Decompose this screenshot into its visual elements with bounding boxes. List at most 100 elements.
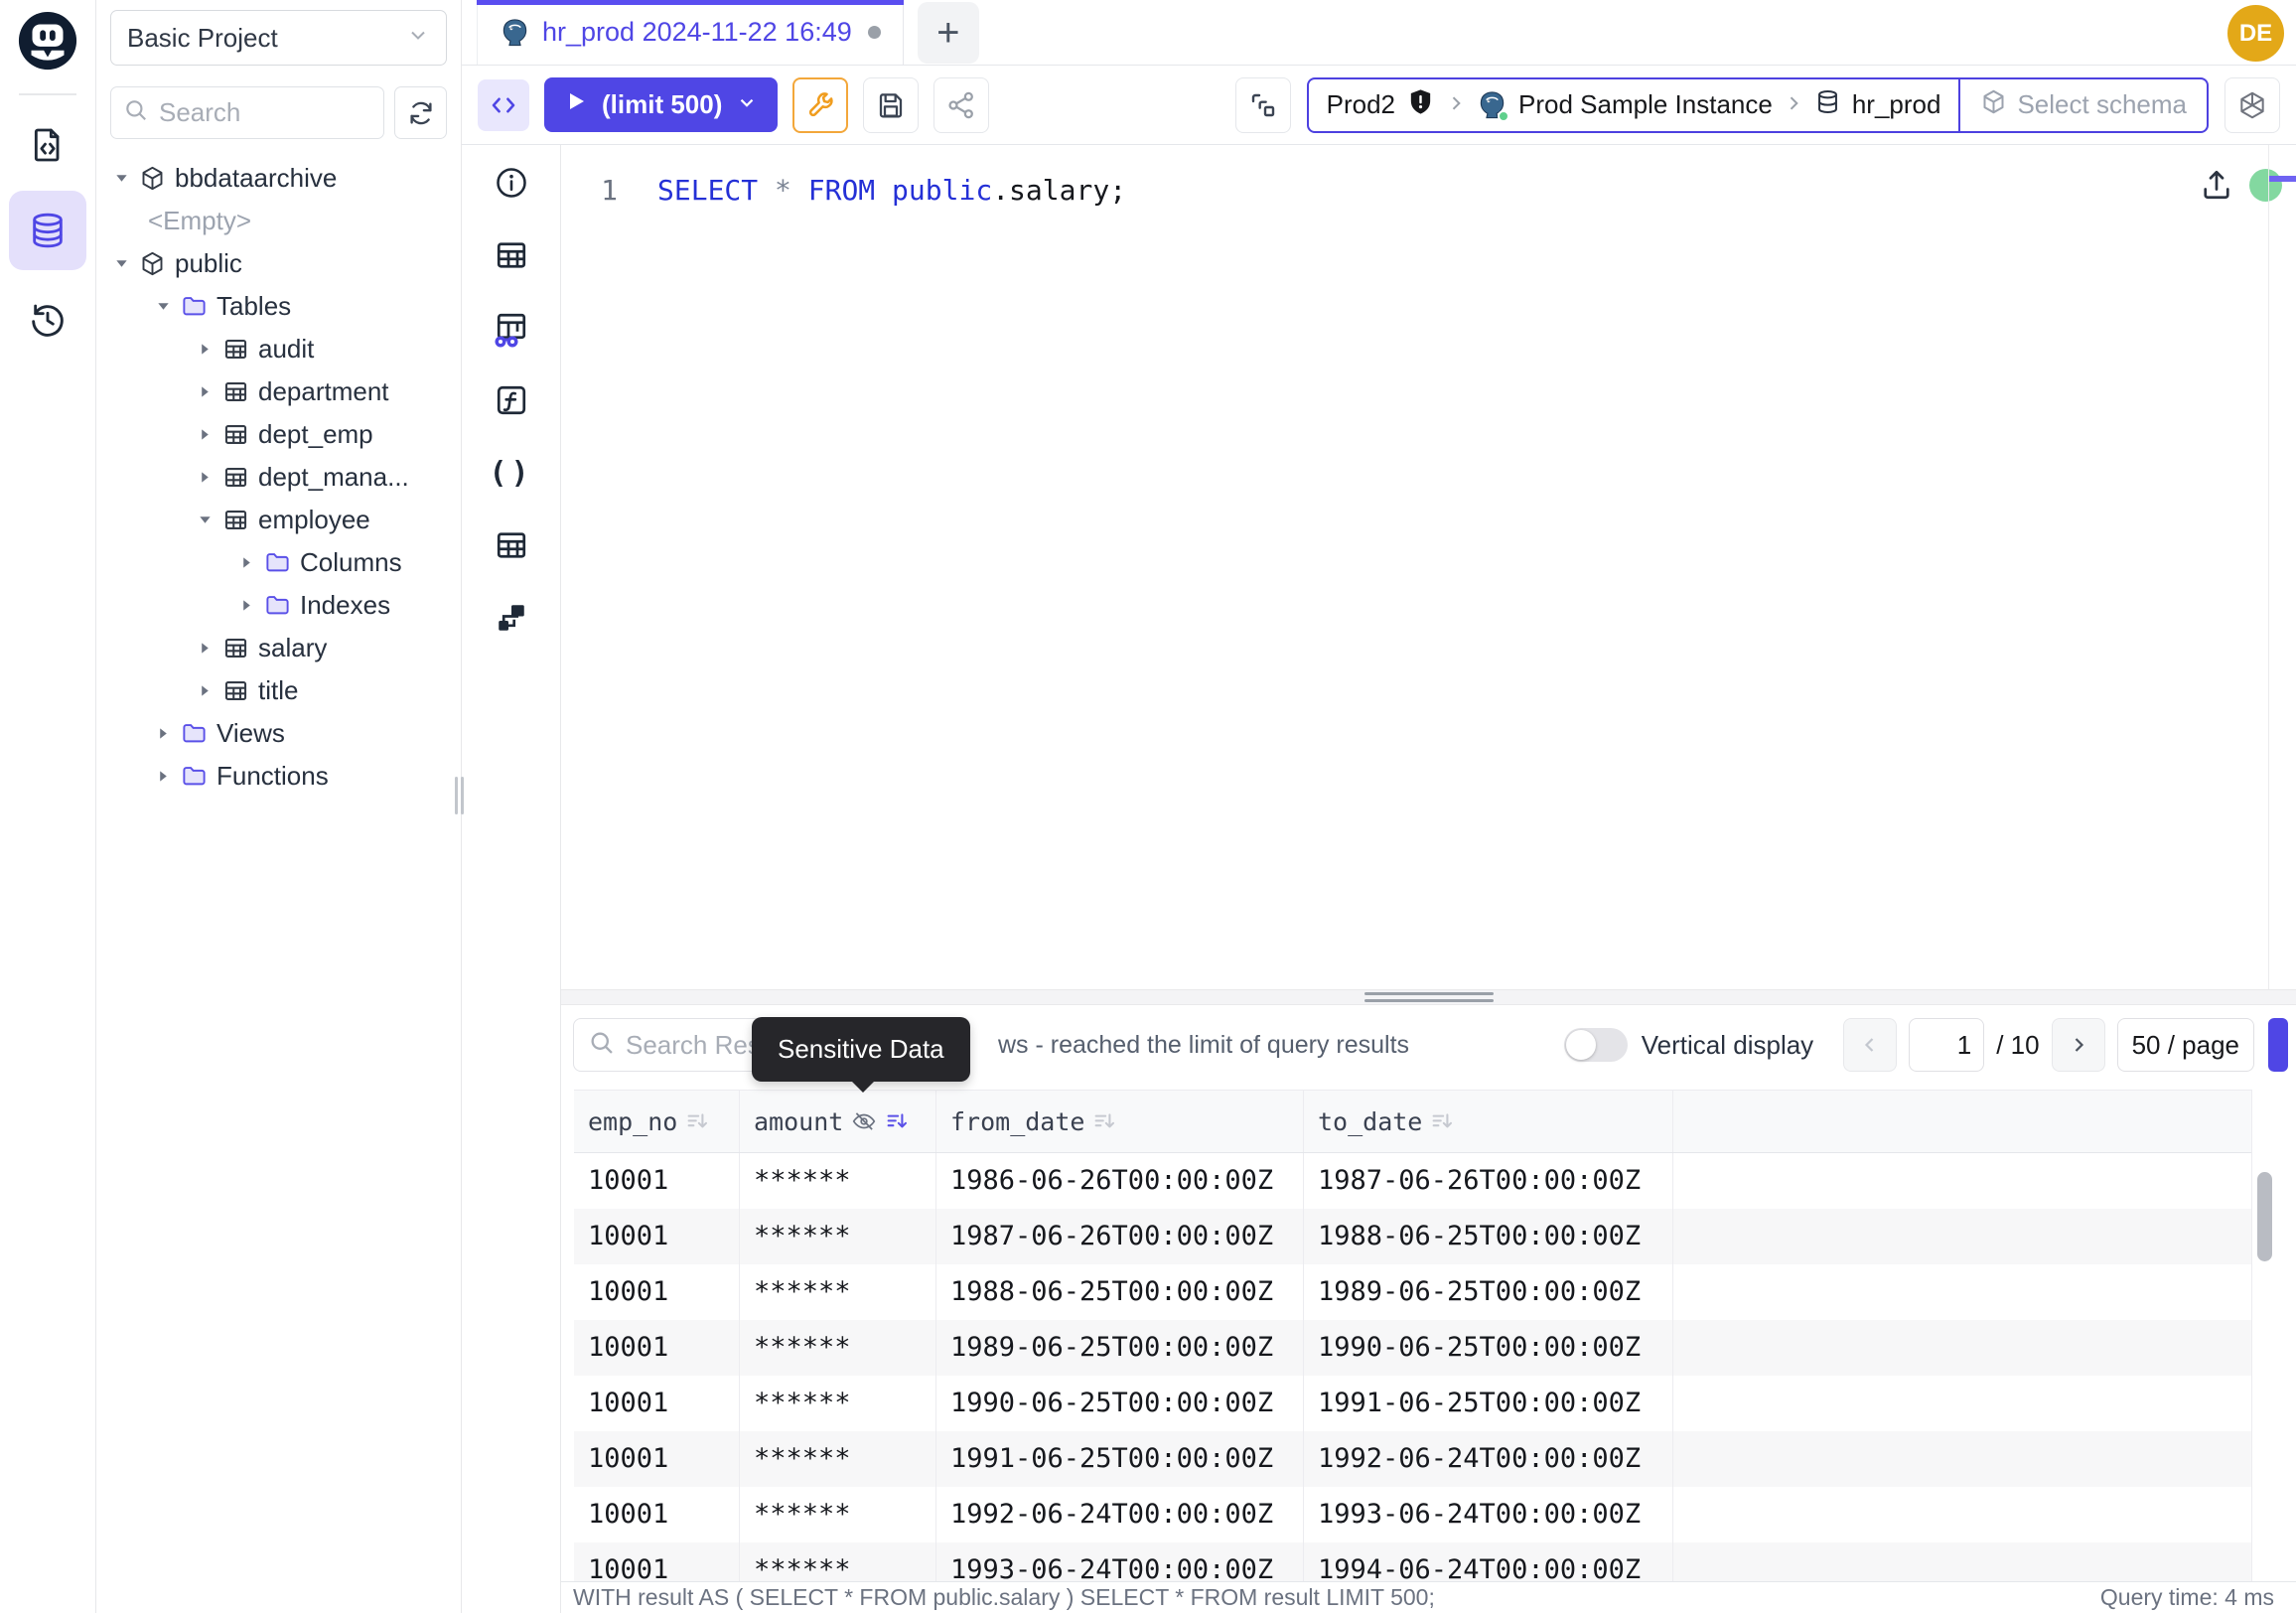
results-scrollbar[interactable] [2257,1172,2272,1261]
caret-down-icon[interactable] [110,256,132,271]
table-row[interactable]: 10001******1992-06-24T00:00:00Z1993-06-2… [574,1487,2251,1542]
caret-right-icon[interactable] [194,342,215,357]
upload-sql-icon[interactable] [2199,167,2234,206]
table-cell[interactable]: 1991-06-25T00:00:00Z [1304,1376,1673,1431]
table-cell[interactable]: ****** [740,1320,936,1376]
table-row[interactable]: 10001******1986-06-26T00:00:00Z1987-06-2… [574,1153,2251,1209]
share-button[interactable] [933,77,989,133]
refresh-button[interactable] [394,86,447,139]
caret-right-icon[interactable] [194,683,215,698]
vertical-display-toggle[interactable] [1564,1028,1628,1062]
table-row[interactable]: 10001******1990-06-25T00:00:00Z1991-06-2… [574,1376,2251,1431]
table-cell[interactable]: ****** [740,1542,936,1581]
tree-item-bbdataarchive[interactable]: bbdataarchive [96,157,461,200]
table-row[interactable]: 10001******1993-06-24T00:00:00Z1994-06-2… [574,1542,2251,1581]
tree-item-salary[interactable]: salary [96,627,461,669]
table-cell[interactable]: ****** [740,1487,936,1542]
eye-off-icon[interactable] [851,1108,877,1134]
table-cell[interactable]: ****** [740,1264,936,1320]
add-tab-button[interactable]: + [918,2,979,64]
caret-down-icon[interactable] [194,513,215,527]
info-icon[interactable] [492,163,531,203]
troubleshoot-button[interactable] [792,77,848,133]
caret-right-icon[interactable] [194,470,215,485]
tree-item-public[interactable]: public [96,242,461,285]
table-cell[interactable]: 1990-06-25T00:00:00Z [936,1376,1304,1431]
tree-item-empty[interactable]: <Empty> [96,200,461,242]
column-header-to-date[interactable]: to_date [1304,1091,1673,1152]
caret-right-icon[interactable] [152,769,174,784]
batch-query-button[interactable] [1235,77,1291,133]
project-selector[interactable]: Basic Project [110,10,447,66]
table-row[interactable]: 10001******1989-06-25T00:00:00Z1990-06-2… [574,1320,2251,1376]
table-cell[interactable]: 1989-06-25T00:00:00Z [936,1320,1304,1376]
tree-item-employee[interactable]: employee [96,499,461,541]
tree-item-indexes[interactable]: Indexes [96,584,461,627]
prev-page-button[interactable] [1843,1018,1897,1072]
table-row[interactable]: 10001******1988-06-25T00:00:00Z1989-06-2… [574,1264,2251,1320]
table-cell[interactable]: 1988-06-25T00:00:00Z [936,1264,1304,1320]
table-cell[interactable]: 1992-06-24T00:00:00Z [936,1487,1304,1542]
table-cell[interactable]: 10001 [574,1209,740,1264]
tree-item-dept-emp[interactable]: dept_emp [96,413,461,456]
table-cell[interactable]: 10001 [574,1320,740,1376]
export-button[interactable] [2268,1018,2288,1072]
next-page-button[interactable] [2052,1018,2105,1072]
table-row[interactable]: 10001******1987-06-26T00:00:00Z1988-06-2… [574,1209,2251,1264]
tree-item-columns[interactable]: Columns [96,541,461,584]
table-cell[interactable]: 1990-06-25T00:00:00Z [1304,1320,1673,1376]
tree-item-department[interactable]: department [96,370,461,413]
tree-item-title[interactable]: title [96,669,461,712]
sensitive-columns-icon[interactable] [492,308,531,348]
schema-selector[interactable]: Select schema [1958,79,2207,131]
save-button[interactable] [863,77,919,133]
sort-icon[interactable] [1092,1109,1116,1133]
tree-item-audit[interactable]: audit [96,328,461,370]
caret-down-icon[interactable] [110,171,132,186]
table-cell[interactable]: 1988-06-25T00:00:00Z [1304,1209,1673,1264]
sql-mode-button[interactable] [478,79,529,131]
caret-right-icon[interactable] [194,641,215,656]
database-nav-icon[interactable] [9,191,86,270]
caret-right-icon[interactable] [235,555,257,570]
connection-context[interactable]: Prod2 [1309,79,1959,131]
column-header-amount[interactable]: amount [740,1091,936,1152]
procedures-icon[interactable]: () [492,453,531,493]
table-cell[interactable]: 1994-06-24T00:00:00Z [1304,1542,1673,1581]
table-cell[interactable]: 10001 [574,1153,740,1209]
caret-down-icon[interactable] [152,299,174,314]
table-cell[interactable]: 10001 [574,1431,740,1487]
column-header-from-date[interactable]: from_date [936,1091,1304,1152]
sidebar-search-input[interactable] [159,97,371,128]
table-cell[interactable]: 1993-06-24T00:00:00Z [1304,1487,1673,1542]
tree-item-tables[interactable]: Tables [96,285,461,328]
run-query-button[interactable]: (limit 500) [544,77,778,132]
external-tables-icon[interactable] [492,525,531,565]
table-cell[interactable]: 1987-06-26T00:00:00Z [936,1209,1304,1264]
bytebase-logo-icon[interactable] [17,10,78,72]
caret-right-icon[interactable] [194,384,215,399]
ai-assistant-button[interactable] [2224,77,2280,133]
column-header-emp-no[interactable]: emp_no [574,1091,740,1152]
tree-item-functions[interactable]: Functions [96,755,461,798]
table-cell[interactable]: ****** [740,1431,936,1487]
caret-right-icon[interactable] [194,427,215,442]
table-cell[interactable]: 1986-06-26T00:00:00Z [936,1153,1304,1209]
worksheet-nav-icon[interactable] [28,125,68,165]
table-cell[interactable]: ****** [740,1153,936,1209]
page-size-select[interactable]: 50 / page [2117,1018,2254,1072]
user-avatar[interactable]: DE [2227,5,2284,62]
tree-item-views[interactable]: Views [96,712,461,755]
table-cell[interactable]: 1992-06-24T00:00:00Z [1304,1431,1673,1487]
table-cell[interactable]: ****** [740,1376,936,1431]
table-cell[interactable]: 1993-06-24T00:00:00Z [936,1542,1304,1581]
table-cell[interactable]: 1987-06-26T00:00:00Z [1304,1153,1673,1209]
sql-editor[interactable]: 1 SELECT * FROM public.salary; [561,145,2296,989]
tree-item-dept-mana[interactable]: dept_mana... [96,456,461,499]
functions-icon[interactable] [492,380,531,420]
panel-resize-handle[interactable] [561,989,2296,1005]
sort-icon[interactable] [685,1109,709,1133]
table-cell[interactable]: 10001 [574,1542,740,1581]
schema-diagram-icon[interactable] [492,598,531,638]
table-cell[interactable]: 1989-06-25T00:00:00Z [1304,1264,1673,1320]
